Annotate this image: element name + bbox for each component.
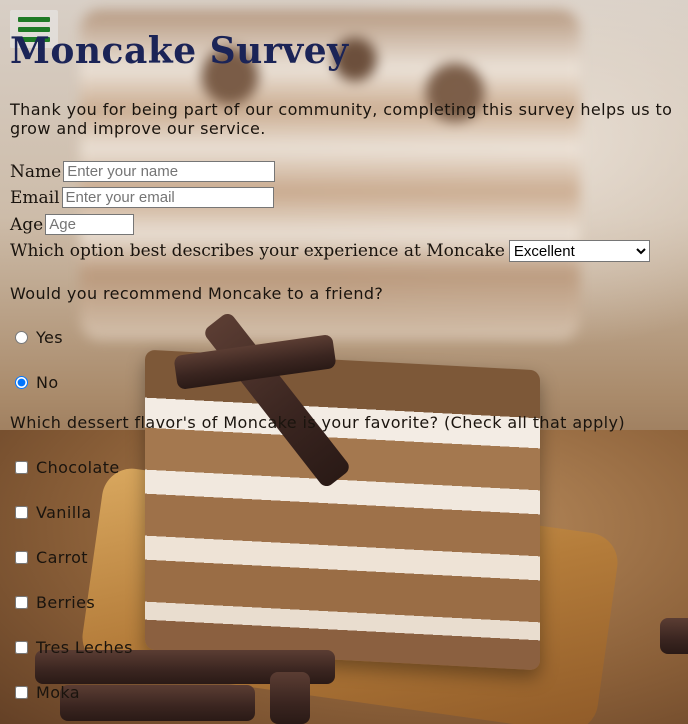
yes-label: Yes bbox=[36, 328, 64, 347]
age-row: Age bbox=[10, 214, 135, 235]
experience-label: Which option best describes your experie… bbox=[10, 241, 505, 261]
tiramisu-slice bbox=[145, 349, 540, 671]
berries-checkbox[interactable] bbox=[15, 596, 28, 609]
flavor-option-chocolate[interactable]: Chocolate bbox=[15, 458, 120, 477]
flavor-option-moka[interactable]: Moka bbox=[15, 683, 80, 702]
moka-checkbox[interactable] bbox=[15, 686, 28, 699]
name-row: Name bbox=[10, 161, 276, 182]
flavor-option-tres-leches[interactable]: Tres Leches bbox=[15, 638, 133, 657]
experience-row: Which option best describes your experie… bbox=[10, 240, 650, 262]
carrot-label: Carrot bbox=[36, 548, 88, 567]
email-input[interactable] bbox=[61, 187, 274, 208]
age-input[interactable] bbox=[45, 214, 135, 235]
flavor-option-berries[interactable]: Berries bbox=[15, 593, 95, 612]
chocolate-checkbox[interactable] bbox=[15, 461, 28, 474]
yes-radio[interactable] bbox=[15, 331, 28, 344]
recommend-option-yes[interactable]: Yes bbox=[15, 328, 63, 347]
vanilla-label: Vanilla bbox=[36, 503, 92, 522]
flavors-question: Which dessert flavor's of Moncake is you… bbox=[10, 413, 626, 432]
vanilla-checkbox[interactable] bbox=[15, 506, 28, 519]
carrot-checkbox[interactable] bbox=[15, 551, 28, 564]
berries-label: Berries bbox=[36, 593, 96, 612]
intro-text: Thank you for being part of our communit… bbox=[10, 100, 673, 138]
chocolate-stick bbox=[270, 672, 310, 724]
moka-label: Moka bbox=[36, 683, 80, 702]
hamburger-menu-icon bbox=[18, 16, 50, 22]
page-title: Moncake Survey bbox=[10, 30, 349, 72]
tres-leches-checkbox[interactable] bbox=[15, 641, 28, 654]
recommend-option-no[interactable]: No bbox=[15, 373, 59, 392]
name-label: Name bbox=[10, 161, 62, 182]
chocolate-stick bbox=[660, 618, 688, 654]
chocolate-label: Chocolate bbox=[36, 458, 120, 477]
age-label: Age bbox=[10, 214, 44, 235]
no-label: No bbox=[36, 373, 59, 392]
name-input[interactable] bbox=[63, 161, 276, 182]
experience-select[interactable]: Excellent bbox=[508, 240, 650, 262]
flavor-option-vanilla[interactable]: Vanilla bbox=[15, 503, 92, 522]
tres-leches-label: Tres Leches bbox=[36, 638, 133, 657]
flavor-option-carrot[interactable]: Carrot bbox=[15, 548, 88, 567]
recommend-question: Would you recommend Moncake to a friend? bbox=[10, 284, 384, 303]
chocolate-stick bbox=[60, 685, 255, 721]
no-radio[interactable] bbox=[15, 376, 28, 389]
email-row: Email bbox=[10, 187, 274, 208]
email-label: Email bbox=[10, 187, 60, 208]
